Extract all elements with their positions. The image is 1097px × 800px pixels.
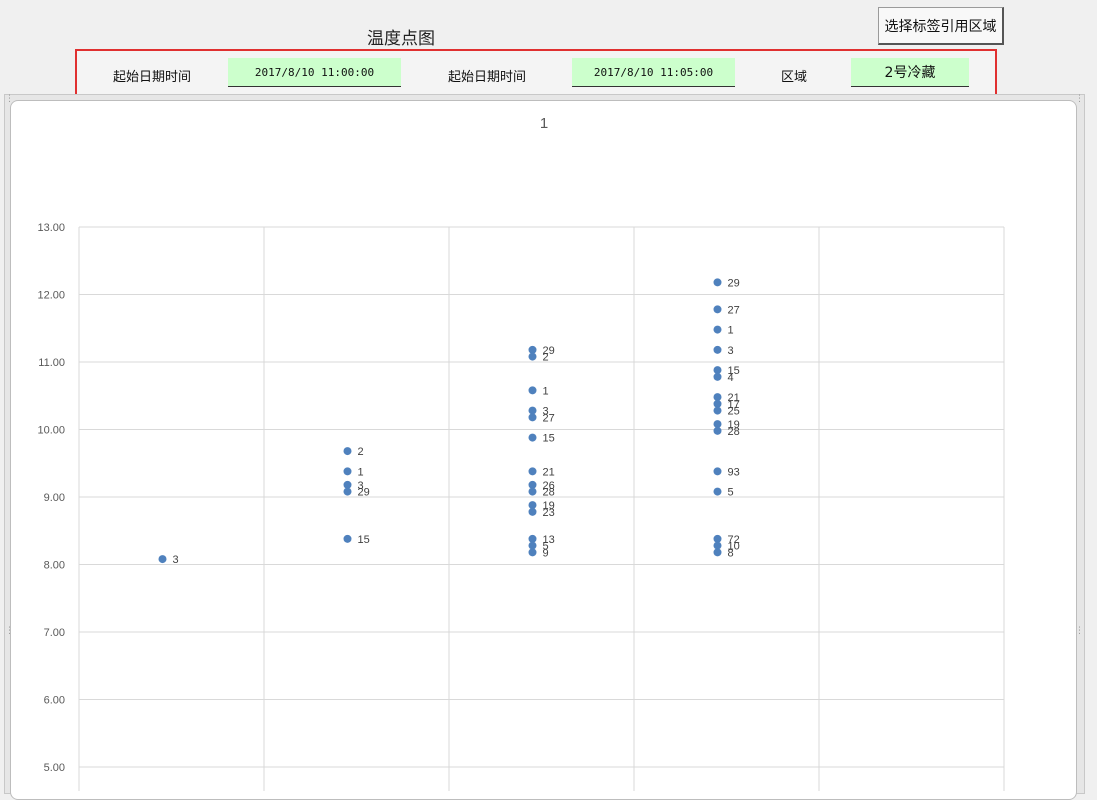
data-point — [528, 548, 537, 557]
data-point — [713, 305, 722, 314]
data-point — [713, 426, 722, 435]
data-label: 1 — [543, 385, 549, 397]
data-label: 21 — [543, 466, 555, 478]
page-title: 温度点图 — [367, 29, 435, 49]
start-datetime-label: 起始日期时间 — [113, 70, 192, 85]
y-tick-label: 12.00 — [37, 290, 65, 302]
data-label: 2 — [543, 352, 549, 364]
data-label: 28 — [728, 426, 740, 438]
data-point — [713, 325, 722, 334]
data-label: 29 — [358, 487, 370, 499]
data-label: 8 — [728, 547, 734, 559]
data-point — [528, 352, 537, 361]
data-point — [528, 386, 537, 395]
data-point — [528, 467, 537, 476]
data-point — [528, 433, 537, 442]
data-label: 15 — [358, 534, 370, 546]
data-point — [528, 413, 537, 422]
y-tick-label: 11.00 — [38, 357, 65, 369]
chart-area[interactable]: 1 5.00 6.00 7.00 8.00 9.00 10.00 11.00 12.00 13.0… — [10, 100, 1077, 800]
data-point — [343, 447, 352, 456]
data-label: 3 — [173, 554, 179, 566]
y-tick-label: 10.00 — [37, 425, 65, 437]
end-datetime-label: 起始日期时间 — [448, 70, 527, 85]
data-point — [343, 467, 352, 476]
resize-handle-top-right[interactable]: ⋮ — [1075, 95, 1084, 104]
data-point — [713, 406, 722, 415]
data-point — [343, 534, 352, 543]
y-tick-label: 5.00 — [44, 762, 65, 774]
chart-title: 1 — [540, 115, 548, 132]
data-label: 28 — [543, 487, 555, 499]
data-point — [713, 278, 722, 287]
data-label: 3 — [728, 345, 734, 357]
y-tick-label: 9.00 — [44, 492, 65, 504]
data-label: 2 — [358, 446, 364, 458]
data-label: 93 — [728, 466, 740, 478]
data-point — [713, 372, 722, 381]
data-point — [528, 487, 537, 496]
select-label-range-button[interactable]: 选择标签引用区域 — [878, 7, 1004, 45]
zone-field[interactable]: 2号冷藏 — [851, 58, 969, 87]
data-point — [713, 487, 722, 496]
data-label: 5 — [728, 487, 734, 499]
data-point — [713, 467, 722, 476]
data-point — [713, 345, 722, 354]
data-label: 25 — [728, 406, 740, 418]
data-label: 27 — [543, 412, 555, 424]
y-tick-label: 7.00 — [44, 627, 65, 639]
data-point — [528, 507, 537, 516]
data-label: 27 — [728, 304, 740, 316]
scatter-chart: 1 5.00 6.00 7.00 8.00 9.00 10.00 11.00 12.00 13.0… — [37, 115, 1005, 791]
filter-bar: 起始日期时间 2017/8/10 11:00:00 起始日期时间 2017/8/… — [75, 49, 997, 96]
end-datetime-field[interactable]: 2017/8/10 11:05:00 — [572, 58, 735, 87]
data-point — [713, 548, 722, 557]
y-tick-label: 13.00 — [37, 222, 65, 234]
data-label: 23 — [543, 507, 555, 519]
zone-label: 区域 — [781, 70, 808, 85]
data-label: 9 — [543, 547, 549, 559]
data-label: 15 — [543, 433, 555, 445]
start-datetime-field[interactable]: 2017/8/10 11:00:00 — [228, 58, 401, 87]
data-label: 4 — [728, 372, 734, 384]
data-label: 29 — [728, 277, 740, 289]
data-label: 1 — [728, 325, 734, 337]
data-label: 1 — [358, 466, 364, 478]
y-tick-label: 6.00 — [44, 695, 65, 707]
y-tick-label: 8.00 — [44, 560, 65, 572]
data-point — [343, 487, 352, 496]
data-point — [158, 555, 167, 564]
